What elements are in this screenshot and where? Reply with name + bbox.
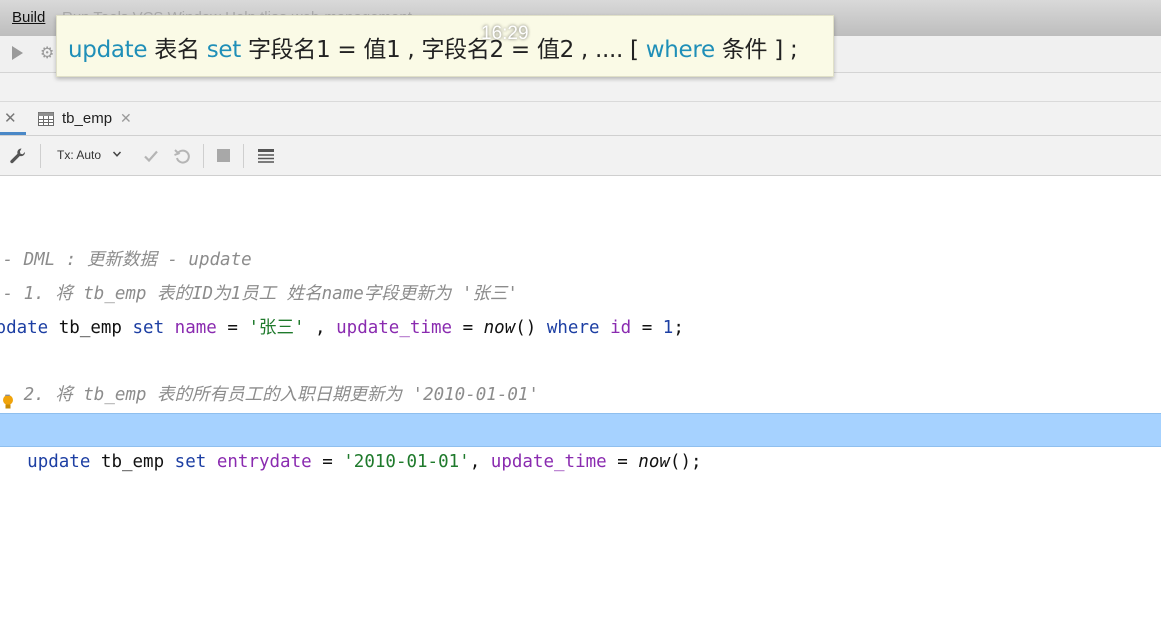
code-comment: -- DML : 更新数据 - update: [0, 250, 252, 270]
editor-tab-bar: ✕ tb_emp ✕: [0, 102, 1161, 136]
sql-editor[interactable]: -- DML : 更新数据 - update -- 1. 将 tb_emp 表的…: [0, 176, 1161, 633]
gear-icon[interactable]: ⚙: [40, 45, 56, 61]
tab-previous[interactable]: ✕: [0, 102, 26, 135]
stop-icon[interactable]: [217, 149, 230, 162]
tab-tb-emp[interactable]: tb_emp ✕: [30, 102, 142, 135]
output-layout-icon[interactable]: [257, 147, 275, 165]
toolbar-separator: [243, 144, 244, 168]
close-icon[interactable]: ✕: [120, 111, 132, 127]
chevron-down-icon[interactable]: [112, 149, 122, 159]
toolbar-separator: [203, 144, 204, 168]
transaction-mode-select[interactable]: Tx: Auto: [57, 148, 101, 162]
wrench-icon[interactable]: [8, 146, 28, 166]
rollback-icon[interactable]: [173, 147, 191, 165]
commit-check-icon[interactable]: [142, 147, 160, 165]
table-icon: [38, 111, 54, 126]
toolbar-separator: [40, 144, 41, 168]
navigation-bar: [0, 73, 1161, 102]
run-icon[interactable]: [12, 46, 23, 60]
code-line: update tb_emp set name = '张三' , update_t…: [0, 318, 684, 338]
close-icon[interactable]: ✕: [4, 109, 17, 127]
code-comment: -- 1. 将 tb_emp 表的ID为1员工 姓名name字段更新为 '张三': [0, 284, 518, 304]
syntax-caption-text: update 表名 set 字段名1 = 值1 , 字段名2 = 值2 , ..…: [68, 37, 798, 63]
tab-label: tb_emp: [62, 110, 113, 127]
video-timestamp: 16:29: [481, 23, 529, 44]
code-line-selected: update tb_emp set entrydate = '2010-01-0…: [0, 413, 1161, 472]
syntax-caption-overlay: update 表名 set 字段名1 = 值1 , 字段名2 = 值2 , ..…: [56, 15, 834, 77]
editor-toolbar: Tx: Auto: [0, 136, 1161, 176]
menu-build[interactable]: Build: [12, 9, 45, 26]
code-comment: -- 2. 将 tb_emp 表的所有员工的入职日期更新为 '2010-01-0…: [0, 385, 539, 405]
